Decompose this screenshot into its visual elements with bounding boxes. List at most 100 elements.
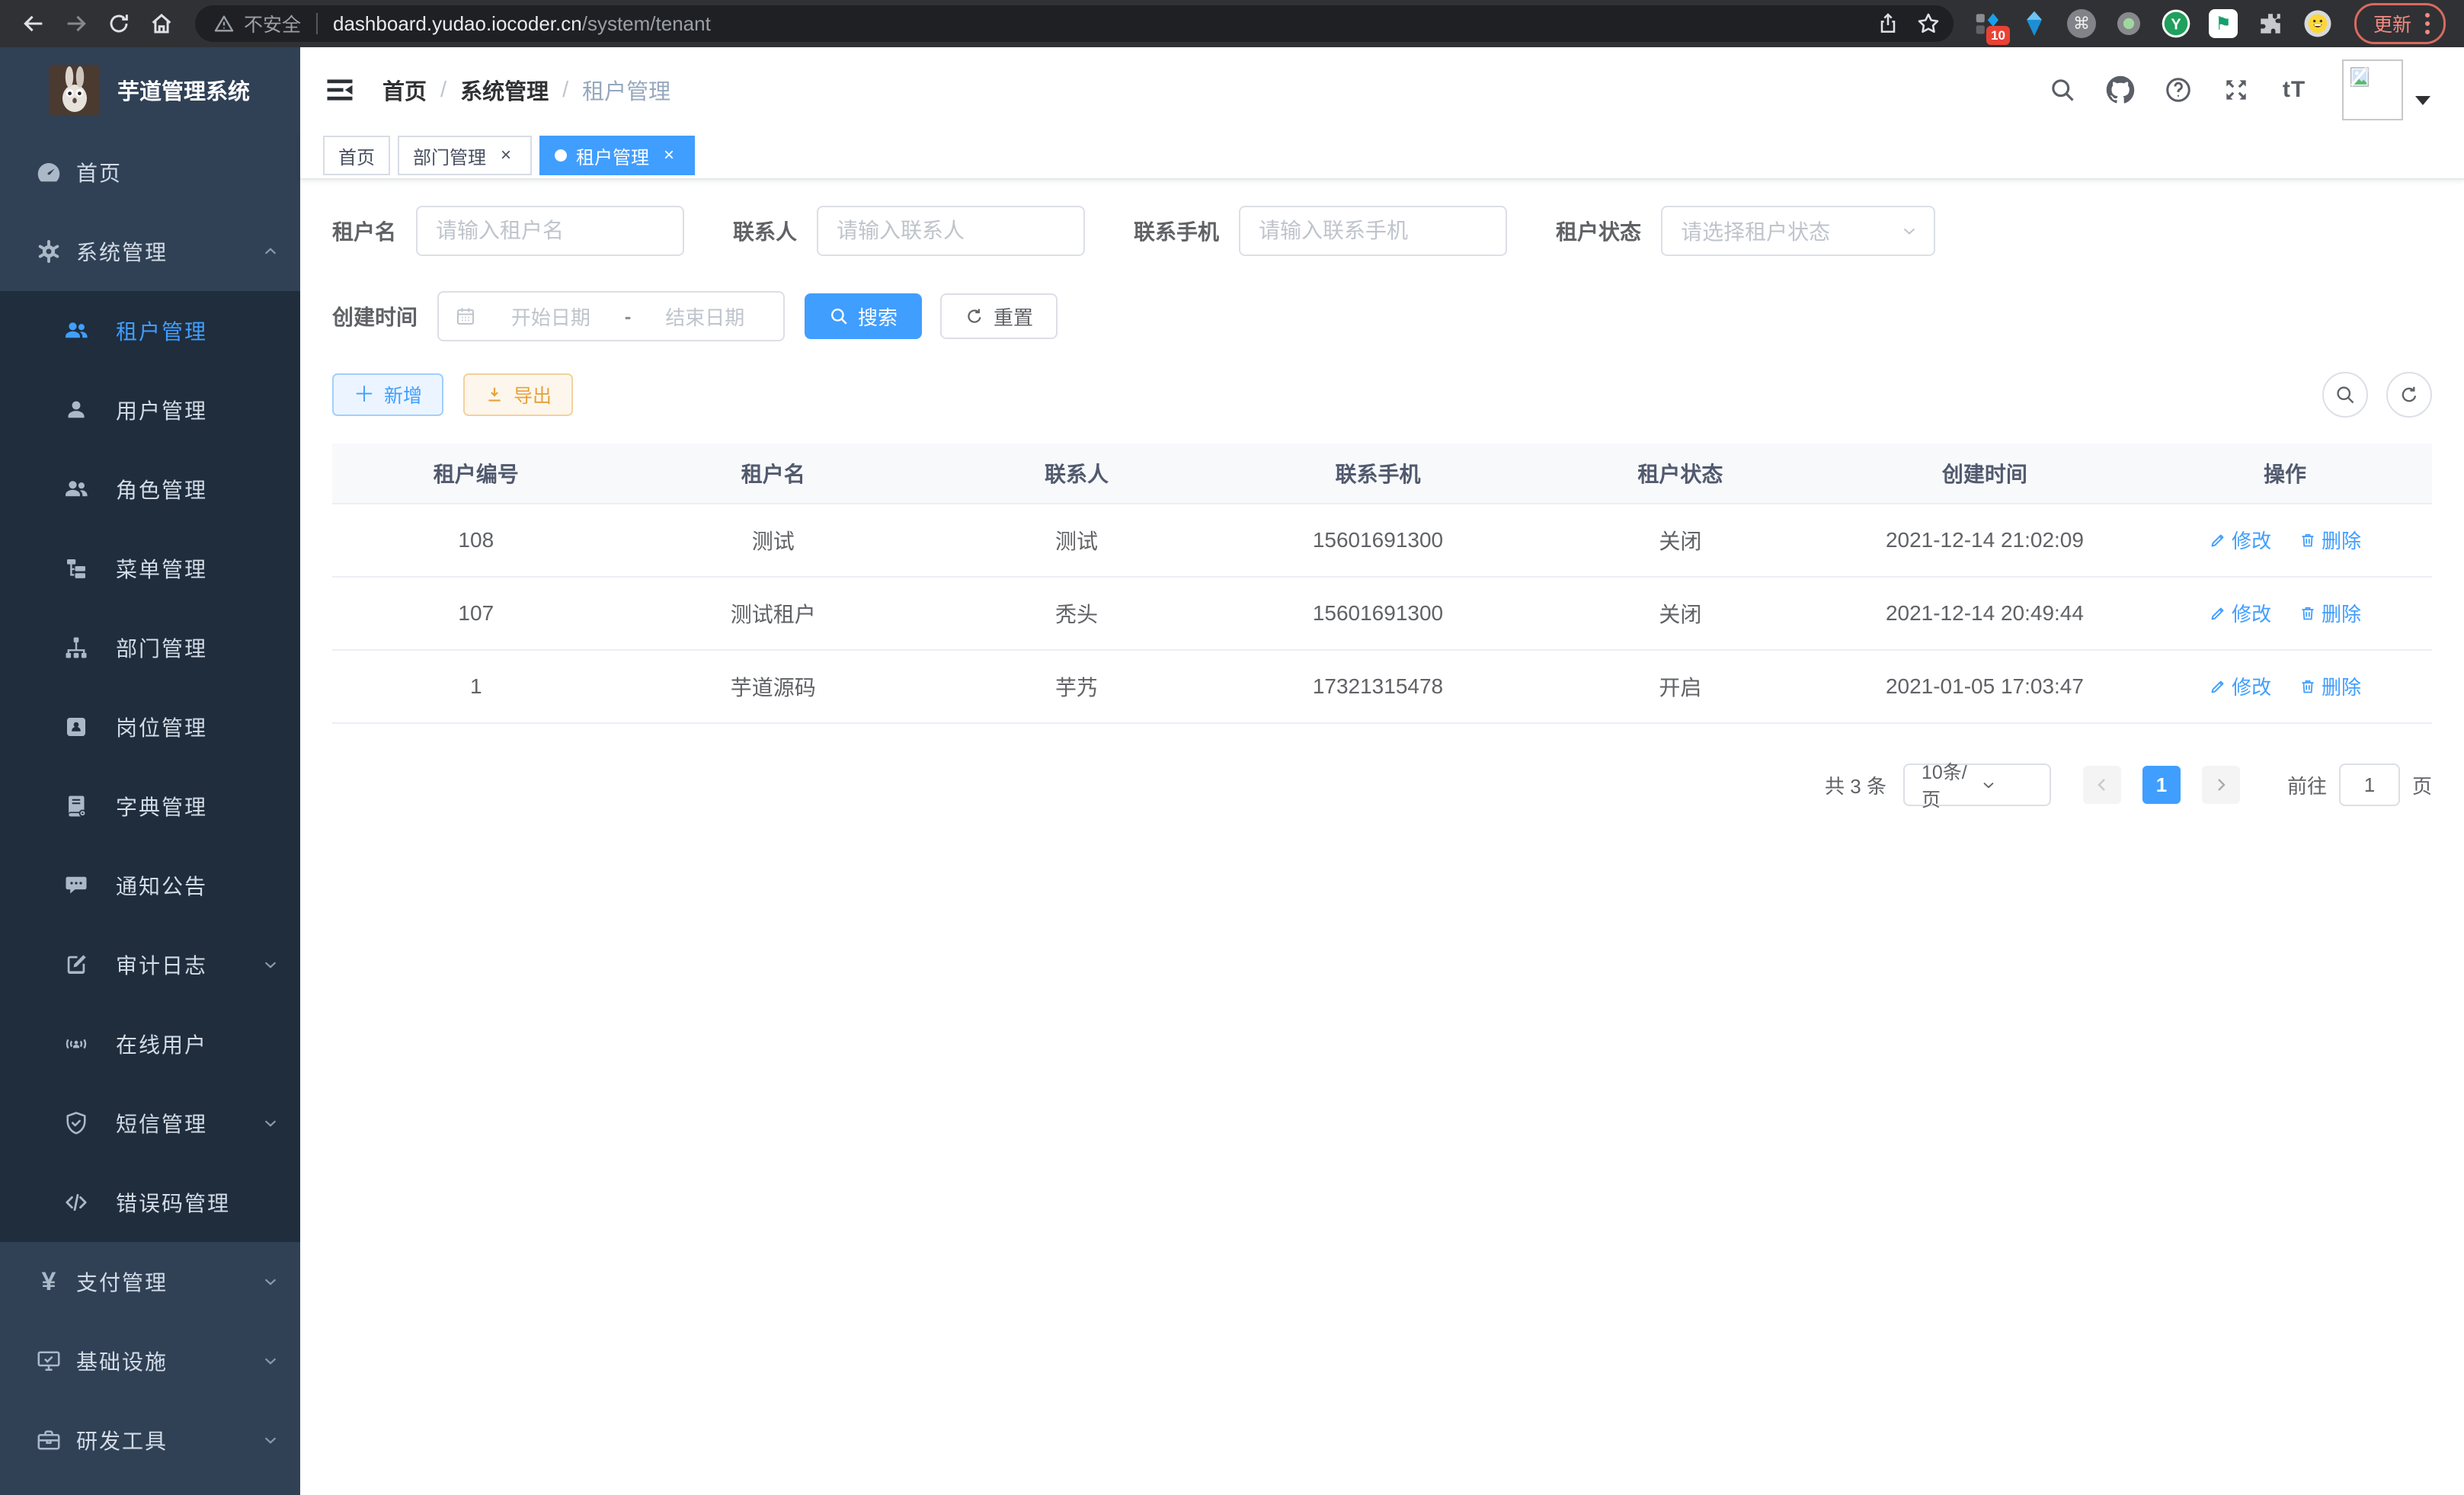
tree-list-icon [62, 555, 90, 582]
table-header-row: 租户编号 租户名 联系人 联系手机 租户状态 创建时间 操作 [332, 443, 2432, 504]
browser-back-button[interactable] [15, 5, 52, 42]
contact-label: 联系人 [733, 216, 797, 246]
extensions-row: 10 Y [1972, 8, 2333, 39]
sidebar-item-infrastructure[interactable]: 基础设施 [0, 1321, 300, 1401]
sidebar-collapse-button[interactable] [323, 73, 357, 107]
prev-page-button[interactable] [2083, 766, 2121, 804]
refresh-icon [965, 306, 984, 326]
refresh-table-button[interactable] [2386, 372, 2432, 418]
extension-tabs-icon[interactable]: 10 [1972, 8, 2002, 39]
breadcrumb-current: 租户管理 [582, 74, 670, 106]
goto-page-input[interactable] [2339, 764, 2400, 806]
browser-menu-icon[interactable] [2425, 13, 2430, 34]
github-icon[interactable] [2106, 75, 2135, 104]
toggle-search-button[interactable] [2322, 372, 2368, 418]
breadcrumb: 首页 / 系统管理 / 租户管理 [382, 74, 2048, 106]
caret-down-icon [2415, 96, 2430, 105]
browser-forward-button[interactable] [58, 5, 94, 42]
sidebar-item-notice[interactable]: 通知公告 [0, 846, 300, 925]
browser-reload-button[interactable] [101, 5, 137, 42]
extension-y-icon[interactable]: Y [2161, 8, 2191, 39]
close-icon[interactable] [495, 145, 517, 166]
trash-icon [2299, 677, 2317, 696]
sidebar-item-departments[interactable]: 部门管理 [0, 608, 300, 687]
current-page[interactable]: 1 [2142, 766, 2181, 804]
breadcrumb-system[interactable]: 系统管理 [460, 74, 549, 106]
tag-home[interactable]: 首页 [323, 136, 390, 175]
extension-command-icon[interactable] [2066, 8, 2097, 39]
add-button[interactable]: ＋ 新增 [332, 373, 443, 416]
tag-dept[interactable]: 部门管理 [398, 136, 532, 175]
sidebar-item-home[interactable]: 首页 [0, 133, 300, 212]
sidebar-item-sms[interactable]: 短信管理 [0, 1084, 300, 1163]
sidebar-item-users[interactable]: 用户管理 [0, 370, 300, 450]
status-select[interactable]: 请选择租户状态 [1661, 206, 1935, 256]
sidebar-item-payment[interactable]: ¥ 支付管理 [0, 1242, 300, 1321]
tag-tenant-active[interactable]: 租户管理 [539, 136, 695, 175]
extension-kite-icon[interactable] [2019, 8, 2050, 39]
sidebar-item-system[interactable]: 系统管理 [0, 212, 300, 291]
chevron-down-icon [262, 1353, 279, 1369]
delete-link[interactable]: 删除 [2299, 526, 2361, 554]
url-bar[interactable]: 不安全 dashboard.yudao.iocoder.cn/system/te… [195, 5, 1954, 42]
user-avatar-menu[interactable] [2342, 59, 2430, 120]
breadcrumb-separator: / [440, 78, 446, 103]
sidebar-item-roles[interactable]: 角色管理 [0, 450, 300, 529]
contact-input[interactable] [817, 206, 1085, 256]
browser-update-button[interactable]: 更新 [2354, 3, 2446, 44]
logo-image [49, 65, 99, 115]
font-size-icon[interactable] [2280, 75, 2309, 104]
chevron-down-icon [1900, 222, 1918, 240]
browser-toolbar: 不安全 dashboard.yudao.iocoder.cn/system/te… [0, 0, 2464, 47]
breadcrumb-separator: / [562, 78, 568, 103]
share-icon[interactable] [1876, 11, 1900, 36]
help-icon[interactable] [2164, 75, 2193, 104]
page-size-select[interactable]: 10条/页 [1903, 764, 2051, 806]
search-button[interactable]: 搜索 [805, 293, 922, 339]
navbar: 首页 / 系统管理 / 租户管理 [300, 47, 2464, 133]
tenant-name-input[interactable] [416, 206, 684, 256]
start-date-placeholder[interactable]: 开始日期 [488, 303, 614, 331]
browser-home-button[interactable] [143, 5, 180, 42]
sidebar-item-menus[interactable]: 菜单管理 [0, 529, 300, 608]
goto-unit: 页 [2412, 771, 2432, 799]
sidebar-item-online-users[interactable]: 在线用户 [0, 1004, 300, 1084]
edit-link[interactable]: 修改 [2209, 599, 2271, 627]
breadcrumb-home[interactable]: 首页 [382, 74, 427, 106]
fullscreen-icon[interactable] [2222, 75, 2251, 104]
extension-flag-icon[interactable] [2208, 8, 2238, 39]
edit-link[interactable]: 修改 [2209, 672, 2271, 700]
sidebar-item-dev-tools[interactable]: 研发工具 [0, 1401, 300, 1480]
col-actions: 操作 [2138, 443, 2432, 504]
phone-input[interactable] [1239, 206, 1507, 256]
sidebar-item-posts[interactable]: 岗位管理 [0, 687, 300, 767]
delete-link[interactable]: 删除 [2299, 599, 2361, 627]
edit-link[interactable]: 修改 [2209, 526, 2271, 554]
bookmark-star-icon[interactable] [1915, 11, 1941, 37]
search-icon [2334, 384, 2356, 405]
pencil-icon [2209, 677, 2227, 696]
site-security-chip[interactable]: 不安全 [213, 10, 301, 37]
url-text: dashboard.yudao.iocoder.cn/system/tenant [333, 12, 1876, 36]
end-date-placeholder[interactable]: 结束日期 [642, 303, 768, 331]
reset-button[interactable]: 重置 [940, 293, 1058, 339]
tags-view: 首页 部门管理 租户管理 [300, 133, 2464, 180]
date-range-separator: - [625, 305, 632, 328]
sidebar-item-audit-log[interactable]: 审计日志 [0, 925, 300, 1004]
profile-avatar-icon[interactable] [2302, 8, 2333, 39]
sidebar-item-error-codes[interactable]: 错误码管理 [0, 1163, 300, 1242]
sidebar-item-dict[interactable]: 字典管理 [0, 767, 300, 846]
header-search-icon[interactable] [2048, 75, 2077, 104]
delete-link[interactable]: 删除 [2299, 672, 2361, 700]
close-icon[interactable] [658, 145, 680, 166]
shield-check-icon [62, 1109, 90, 1137]
extension-record-icon[interactable] [2114, 8, 2144, 39]
sidebar-item-tenant[interactable]: 租户管理 [0, 291, 300, 370]
extensions-puzzle-icon[interactable] [2255, 8, 2286, 39]
omnibox-divider [316, 13, 318, 34]
sidebar-logo[interactable]: 芋道管理系统 [0, 47, 300, 133]
export-button[interactable]: 导出 [463, 373, 573, 416]
next-page-button[interactable] [2202, 766, 2240, 804]
create-time-range-picker[interactable]: 开始日期 - 结束日期 [437, 291, 785, 341]
col-status: 租户状态 [1529, 443, 1832, 504]
